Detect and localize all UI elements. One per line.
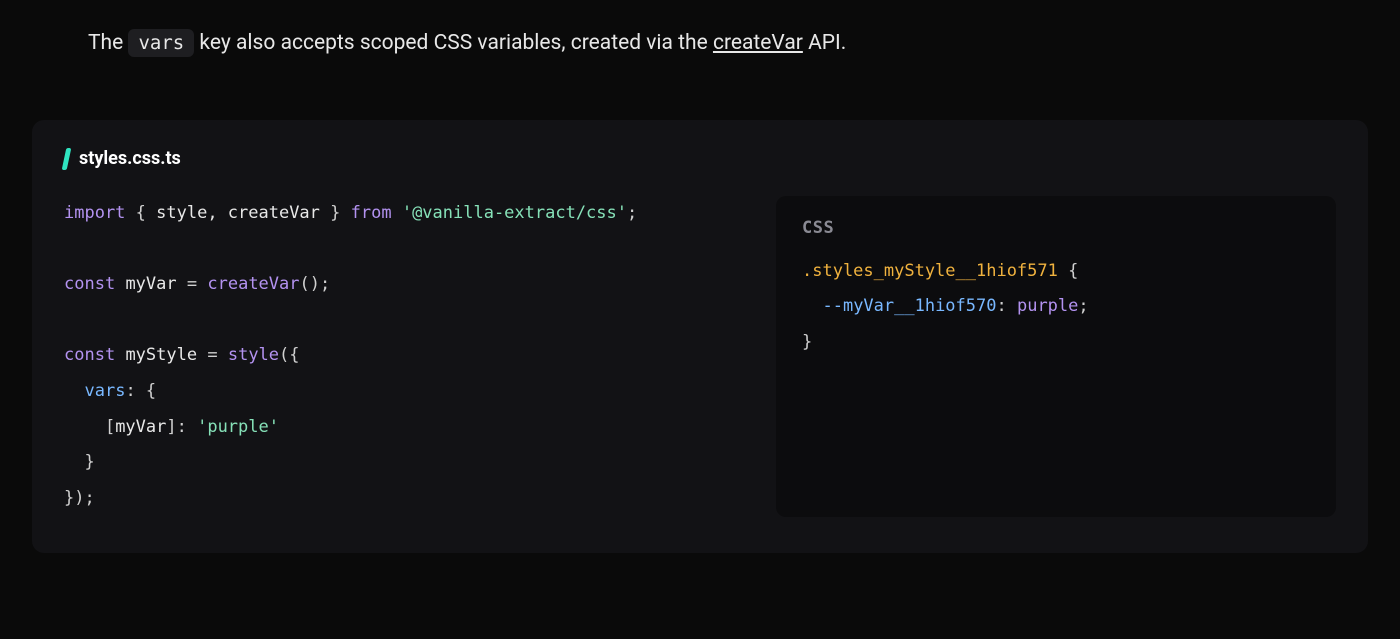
file-accent-icon	[62, 148, 72, 170]
intro-text-after-code: key also accepts scoped CSS variables, c…	[194, 31, 713, 55]
createvar-link[interactable]: createVar	[713, 31, 803, 55]
css-code: .styles_myStyle__1hiof571 { --myVar__1hi…	[802, 254, 1310, 361]
tok-import: import	[64, 203, 125, 223]
css-output-block: CSS .styles_myStyle__1hiof571 { --myVar_…	[776, 196, 1336, 517]
source-code-block: import { style, createVar } from '@vanil…	[64, 196, 748, 517]
ts-code: import { style, createVar } from '@vanil…	[64, 196, 748, 517]
css-label: CSS	[802, 218, 1310, 238]
intro-paragraph: The vars key also accepts scoped CSS var…	[88, 28, 1312, 60]
inline-code-vars: vars	[128, 29, 194, 57]
file-header: styles.css.ts	[64, 148, 1336, 170]
file-name: styles.css.ts	[79, 148, 181, 169]
code-panel: styles.css.ts import { style, createVar …	[32, 120, 1368, 553]
intro-text-before: The	[88, 31, 128, 55]
intro-text-after-link: API.	[803, 31, 846, 55]
